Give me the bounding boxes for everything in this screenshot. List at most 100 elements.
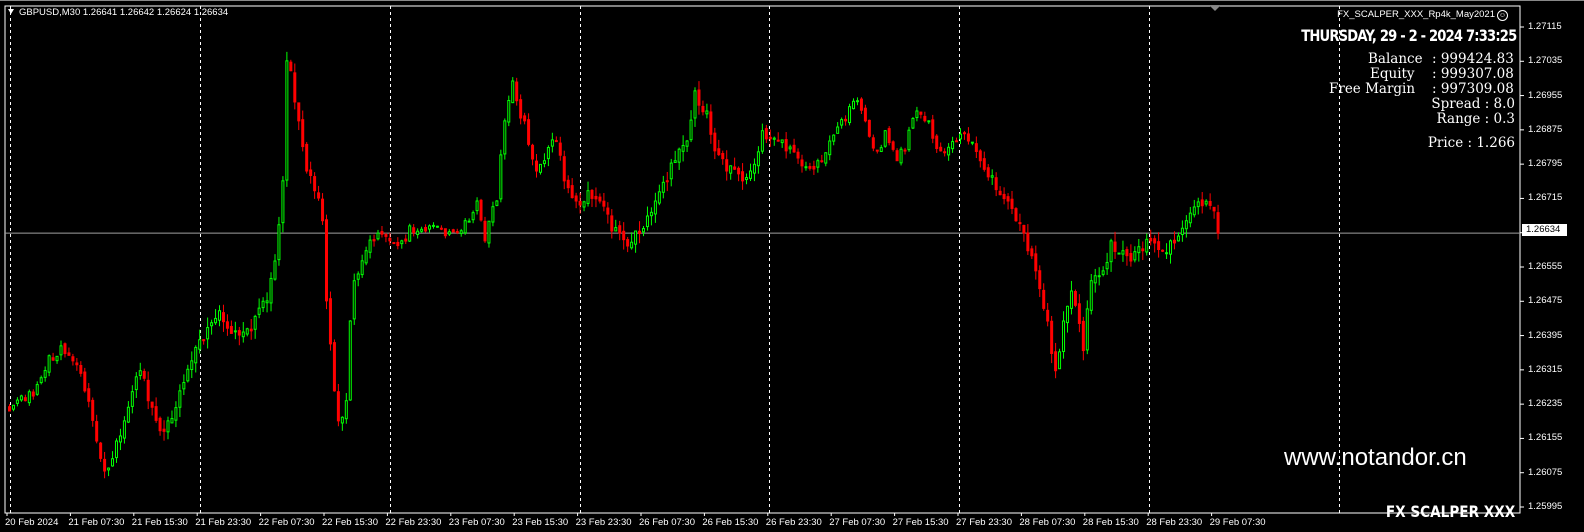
candle-bear [622,230,626,241]
time-tick-label: 27 Feb 23:30 [956,517,1012,528]
candle-bear [562,156,566,182]
candle-bear [598,196,602,202]
candle-bear [443,228,447,237]
candle-bear [812,165,816,170]
candle-bear [697,89,701,106]
candle-bull [586,190,590,204]
candle-bull [11,404,15,410]
candle-bear [962,132,966,135]
candle-bear [380,231,384,235]
candle-bear [321,198,325,222]
candle-bear [570,185,574,199]
candle-bear [154,406,158,421]
candle-bear [768,136,772,140]
candle-bull [990,175,994,178]
candle-bull [59,345,63,356]
candle-bull [1101,270,1105,275]
candle-bear [665,180,669,183]
dropdown-triangle-icon[interactable] [8,9,14,14]
spread: Spread : 8.0 [1431,96,1515,112]
time-tick-label: 27 Feb 07:30 [829,517,886,528]
candle-bear [1172,239,1176,244]
candle-bull [47,355,51,373]
candle-bull [649,211,653,217]
candle-bull [752,163,756,174]
candle-bear [1157,241,1161,251]
candle-bull [241,331,245,338]
candle-bull [582,201,586,208]
candle-bull [745,177,749,181]
free-margin-label: Free Margin [1329,81,1416,97]
candle-bear [424,226,428,232]
candle-bear [150,401,154,408]
candle-bear [1212,206,1216,212]
price-tick-label: 1.26715 [1528,192,1563,204]
candle-bull [170,418,174,424]
candle-bull [959,133,962,140]
candle-bull [772,137,776,140]
candle-bull [661,181,665,193]
candle-bear [8,406,11,412]
candle-bull [1184,220,1188,230]
price-tick-label: 1.26315 [1528,363,1563,375]
candle-bull [285,60,289,181]
clock: THURSDAY, 29 - 2 - 2024 7:33:25 [1300,26,1517,45]
candle-bull [27,391,31,404]
candle-bear [142,370,146,379]
candle-bull [507,100,511,123]
time-tick-label: 21 Feb 23:30 [195,517,252,528]
candle-bull [645,215,649,228]
candle-bear [1149,237,1153,242]
candle-bull [348,320,352,401]
candle-bear [638,230,642,235]
candle-bear [974,143,978,152]
candle-bull [1117,252,1121,255]
chart-shift-marker-icon [1210,6,1220,11]
candle-bear [725,159,729,172]
candle-bull [233,330,237,333]
candle-bear [79,365,83,374]
candle-bear [776,139,780,142]
candle-bull [1069,290,1073,309]
candle-bull [1192,206,1196,216]
candle-bull [459,230,463,234]
candle-bull [352,280,356,320]
candle-bull [840,119,844,126]
candle-bull [261,300,265,309]
candle-bear [1018,222,1022,225]
candle-bear [225,321,229,329]
time-tick-label: 26 Feb 07:30 [639,517,695,528]
candle-bull [657,191,661,204]
candle-bear [103,458,107,472]
price-tick-label: 1.26555 [1528,261,1563,272]
candle-bull [194,346,198,364]
candle-bull [1058,351,1062,370]
candle-bull [788,146,792,150]
candle-bear [558,142,562,156]
candle-bull [420,228,424,232]
candle-bull [511,80,515,104]
candle-bear [800,159,804,167]
candle-bull [852,100,856,110]
candle-bull [487,220,491,244]
candle-bull [681,144,685,152]
candle-bear [229,325,233,334]
candle-bear [923,115,927,122]
candle-bull [245,328,249,335]
candle-bear [1034,253,1038,272]
time-tick-label: 29 Feb 07:30 [1209,517,1266,528]
time-tick-label: 23 Feb 15:30 [512,517,569,528]
candle-bull [269,277,273,304]
candle-bear [297,102,301,122]
candle-bull [693,90,697,119]
smiley-icon[interactable]: ☺ [1497,10,1508,21]
candle-bear [31,391,35,397]
candle-bear [566,179,570,189]
price-tick-label: 1.26235 [1528,398,1563,410]
candle-bear [903,149,907,152]
candle-bear [1125,249,1129,257]
candle-bear [998,190,1002,196]
candle-bear [733,166,737,170]
candle-bear [709,111,713,135]
candle-bear [336,391,340,422]
